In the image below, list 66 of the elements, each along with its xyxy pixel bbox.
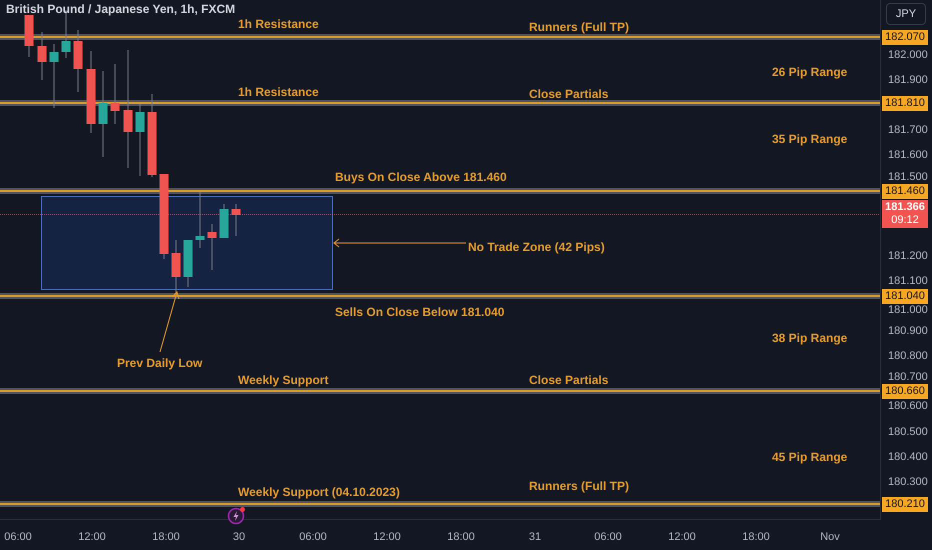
time-tick: 18:00 [447, 530, 475, 545]
price-tick: 181.900 [888, 74, 928, 86]
time-tick: 18:00 [152, 530, 180, 545]
time-tick: 06:00 [299, 530, 327, 545]
price-tick: 180.800 [888, 350, 928, 362]
annotation-label: 1h Resistance [238, 85, 319, 99]
annotation-label: Prev Daily Low [117, 356, 202, 370]
price-tick: 181.000 [888, 304, 928, 316]
annotation-label: Close Partials [529, 373, 608, 387]
annotation-label: 35 Pip Range [772, 132, 848, 146]
candle [184, 240, 192, 288]
annotation-label: 38 Pip Range [772, 331, 848, 345]
time-tick: 12:00 [78, 530, 106, 545]
annotation-label: Runners (Full TP) [529, 20, 629, 34]
candle [232, 204, 240, 236]
price-label: 180.660 [882, 384, 928, 399]
price-tick: 182.000 [888, 49, 928, 61]
price-tick: 181.200 [888, 250, 928, 262]
annotation-label: Buys On Close Above 181.460 [335, 170, 507, 184]
candle [110, 64, 120, 124]
time-tick: Nov [820, 530, 840, 545]
annotation-label: 1h Resistance [238, 17, 319, 31]
annotation-label: 45 Pip Range [772, 450, 848, 464]
countdown-timer: 09:12 [890, 214, 920, 227]
price-label: 181.040 [882, 289, 928, 304]
time-tick: 06:00 [4, 530, 32, 545]
candle [74, 30, 82, 92]
annotation-label: No Trade Zone (42 Pips) [468, 240, 605, 254]
candle [50, 44, 58, 108]
price-label: 182.070 [882, 30, 928, 45]
time-tick: 12:00 [668, 530, 696, 545]
price-label: 181.810 [882, 96, 928, 111]
price-tick: 181.500 [888, 171, 928, 183]
annotation-label: Runners (Full TP) [529, 479, 629, 493]
candle [172, 240, 180, 298]
candle [208, 224, 216, 270]
price-tick: 180.500 [888, 426, 928, 438]
candle [196, 192, 204, 248]
candle [38, 32, 46, 80]
time-tick: 18:00 [742, 530, 770, 545]
annotation-label: Weekly Support (04.10.2023) [238, 485, 400, 499]
annotation-label: Weekly Support [238, 373, 328, 387]
annotation-label: Close Partials [529, 87, 608, 101]
price-tick: 181.100 [888, 275, 928, 287]
price-label: 181.460 [882, 184, 928, 199]
price-tick: 181.700 [888, 124, 928, 136]
time-tick: 30 [232, 530, 246, 545]
price-tick: 181.600 [888, 149, 928, 161]
current-price: 181.366 [884, 201, 926, 214]
candle [24, 14, 34, 58]
price-tick: 180.700 [888, 371, 928, 383]
price-label: 180.210 [882, 497, 928, 512]
price-tick: 180.900 [888, 325, 928, 337]
currency-button[interactable]: JPY [886, 3, 926, 25]
candle [220, 204, 228, 238]
annotation-label: 26 Pip Range [772, 65, 848, 79]
price-tick: 180.600 [888, 400, 928, 412]
annotation-label: Sells On Close Below 181.040 [335, 305, 504, 319]
price-tick: 180.300 [888, 476, 928, 488]
time-tick: 31 [528, 530, 542, 545]
lightning-icon[interactable] [227, 506, 247, 525]
time-tick: 06:00 [594, 530, 622, 545]
time-tick: 12:00 [373, 530, 401, 545]
leader-line [160, 291, 180, 352]
chart-title: British Pound / Japanese Yen, 1h, FXCM [6, 1, 236, 18]
price-tick: 180.400 [888, 451, 928, 463]
